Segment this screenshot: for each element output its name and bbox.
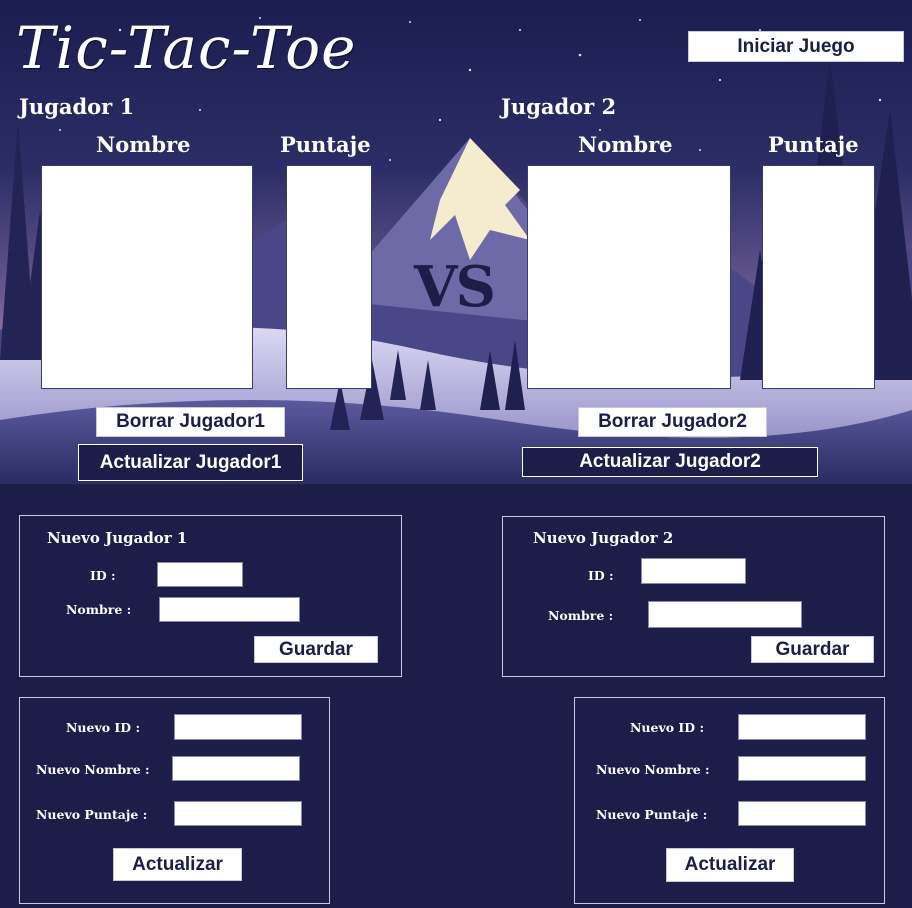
player1-name-column-header: Nombre <box>96 132 191 157</box>
save-player2-button[interactable]: Guardar <box>751 636 874 663</box>
player1-score-column-header: Puntaje <box>280 132 371 157</box>
update1-new-name-input[interactable] <box>172 756 300 781</box>
new-player1-id-label: ID : <box>90 568 116 583</box>
new-player1-id-input[interactable] <box>157 562 243 587</box>
update-player1-button[interactable]: Actualizar Jugador1 <box>78 444 303 481</box>
update1-submit-button[interactable]: Actualizar <box>113 848 242 881</box>
update2-new-score-input[interactable] <box>738 801 866 826</box>
save-player1-button[interactable]: Guardar <box>254 636 378 663</box>
update1-new-id-label: Nuevo ID : <box>66 720 141 735</box>
player2-name-column-header: Nombre <box>578 132 673 157</box>
update2-new-id-label: Nuevo ID : <box>630 720 705 735</box>
update2-new-id-input[interactable] <box>738 714 866 740</box>
update-player2-button[interactable]: Actualizar Jugador2 <box>522 447 818 477</box>
new-player2-title: Nuevo Jugador 2 <box>533 529 674 547</box>
delete-player1-button[interactable]: Borrar Jugador1 <box>96 407 285 437</box>
update1-new-name-label: Nuevo Nombre : <box>36 762 150 777</box>
update2-new-name-label: Nuevo Nombre : <box>596 762 710 777</box>
new-player1-name-label: Nombre : <box>66 602 132 617</box>
update1-new-score-input[interactable] <box>174 801 302 826</box>
player2-score-list[interactable] <box>762 165 875 389</box>
player2-score-column-header: Puntaje <box>768 132 859 157</box>
delete-player2-button[interactable]: Borrar Jugador2 <box>578 407 767 437</box>
update1-new-id-input[interactable] <box>174 714 302 740</box>
player1-name-list[interactable] <box>41 165 253 389</box>
player1-score-list[interactable] <box>286 165 372 389</box>
app-title: Tic-Tac-Toe <box>16 14 357 82</box>
new-player1-title: Nuevo Jugador 1 <box>47 529 188 547</box>
update2-new-score-label: Nuevo Puntaje : <box>596 807 708 822</box>
new-player1-name-input[interactable] <box>159 597 300 622</box>
player1-heading: Jugador 1 <box>19 94 135 119</box>
start-game-button[interactable]: Iniciar Juego <box>688 31 904 62</box>
update1-new-score-label: Nuevo Puntaje : <box>36 807 148 822</box>
new-player2-name-input[interactable] <box>648 601 802 628</box>
player2-name-list[interactable] <box>527 165 731 389</box>
new-player2-id-input[interactable] <box>641 558 746 584</box>
new-player2-name-label: Nombre : <box>548 608 614 623</box>
player2-heading: Jugador 2 <box>501 94 617 119</box>
update2-new-name-input[interactable] <box>738 756 866 781</box>
versus-label: VS <box>414 254 496 320</box>
update2-submit-button[interactable]: Actualizar <box>666 848 794 882</box>
new-player2-id-label: ID : <box>588 568 614 583</box>
